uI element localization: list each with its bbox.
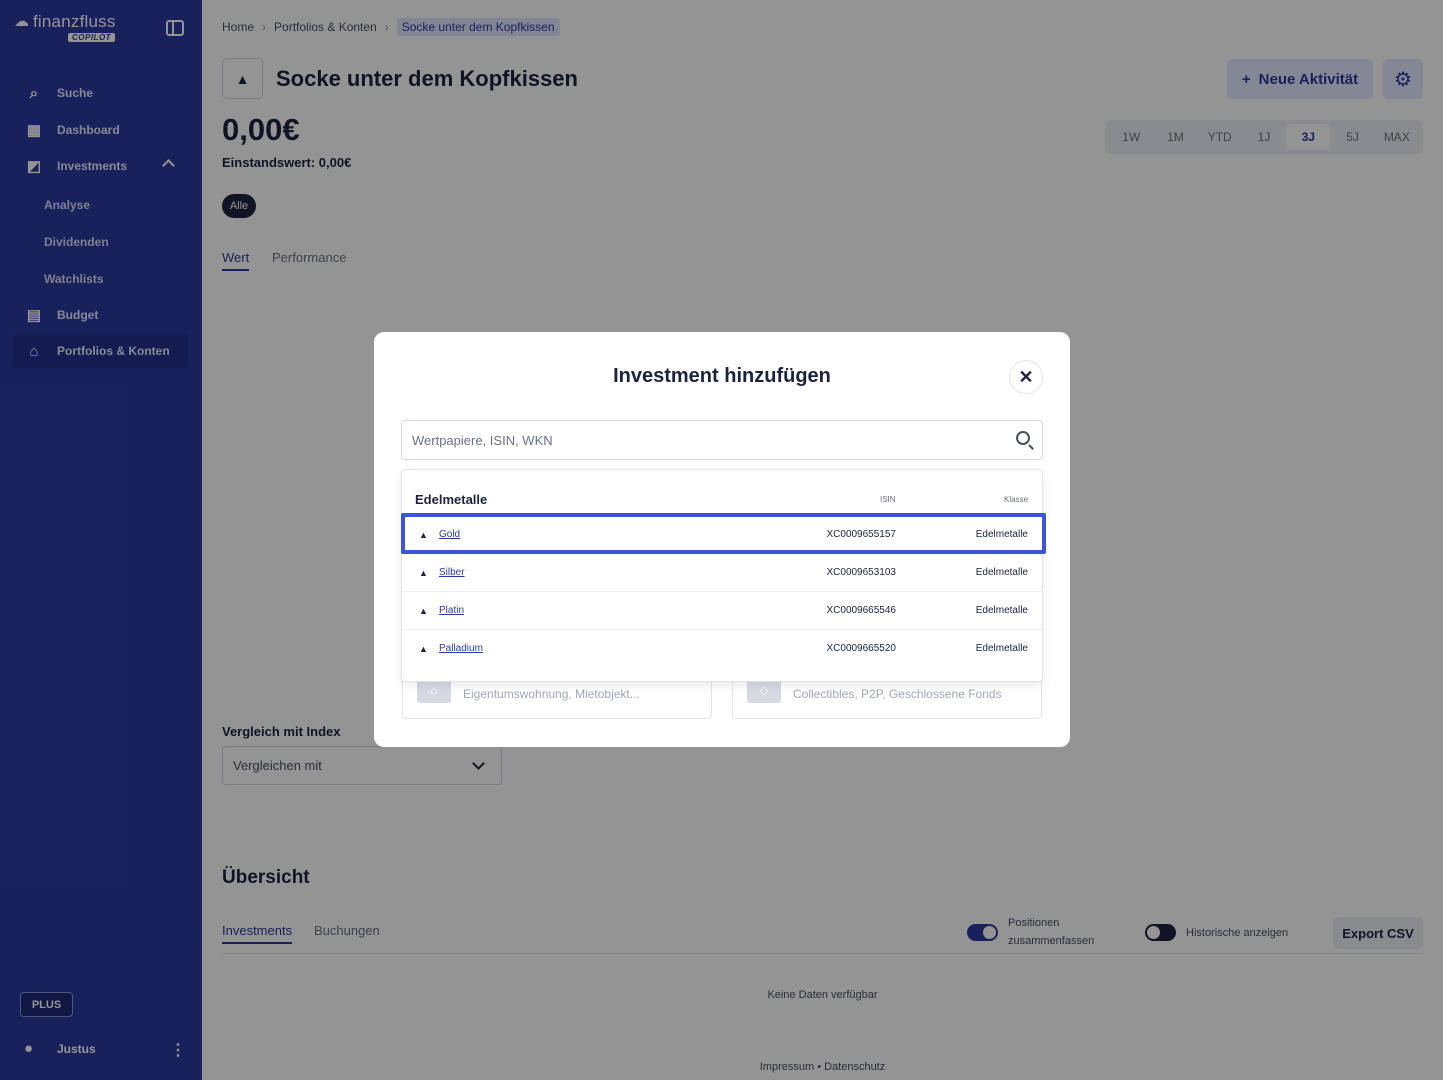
result-isin: XC0009653103 — [826, 567, 896, 578]
search-placeholder: Wertpapiere, ISIN, WKN — [412, 432, 553, 448]
result-name[interactable]: Silber — [439, 567, 465, 578]
search-icon[interactable] — [1016, 431, 1030, 445]
close-button[interactable]: ✕ — [1009, 360, 1043, 394]
result-row[interactable]: ▲ Palladium XC0009665520 Edelmetalle — [402, 630, 1042, 668]
results-category: Edelmetalle — [415, 492, 488, 507]
category-card-subtitle: Eigentumswohnung, Mietobjekt... — [463, 687, 640, 701]
gold-bars-icon: ▲ — [419, 606, 428, 616]
gold-bars-icon: ▲ — [419, 644, 428, 654]
result-isin: XC0009665520 — [826, 643, 896, 654]
result-class: Edelmetalle — [975, 605, 1028, 616]
column-isin: ISIN — [880, 495, 896, 504]
column-class: Klasse — [1004, 495, 1029, 504]
result-class: Edelmetalle — [975, 643, 1028, 654]
result-name[interactable]: Platin — [439, 605, 464, 616]
gold-bars-icon: ▲ — [419, 568, 428, 578]
close-icon: ✕ — [1018, 366, 1034, 387]
modal-title: Investment hinzufügen — [613, 365, 831, 387]
result-class: Edelmetalle — [975, 567, 1028, 578]
result-row[interactable]: ▲ Silber XC0009653103 Edelmetalle — [402, 554, 1042, 592]
result-isin: XC0009665546 — [826, 605, 896, 616]
result-name[interactable]: Palladium — [439, 643, 483, 654]
investment-search-input[interactable]: Wertpapiere, ISIN, WKN — [401, 420, 1043, 460]
selection-highlight — [401, 513, 1046, 554]
category-card-subtitle: Collectibles, P2P, Geschlossene Fonds — [793, 687, 1002, 701]
search-results-dropdown: Edelmetalle ISIN Klasse ▲ Gold XC0009655… — [401, 469, 1043, 682]
result-row[interactable]: ▲ Platin XC0009665546 Edelmetalle — [402, 592, 1042, 630]
